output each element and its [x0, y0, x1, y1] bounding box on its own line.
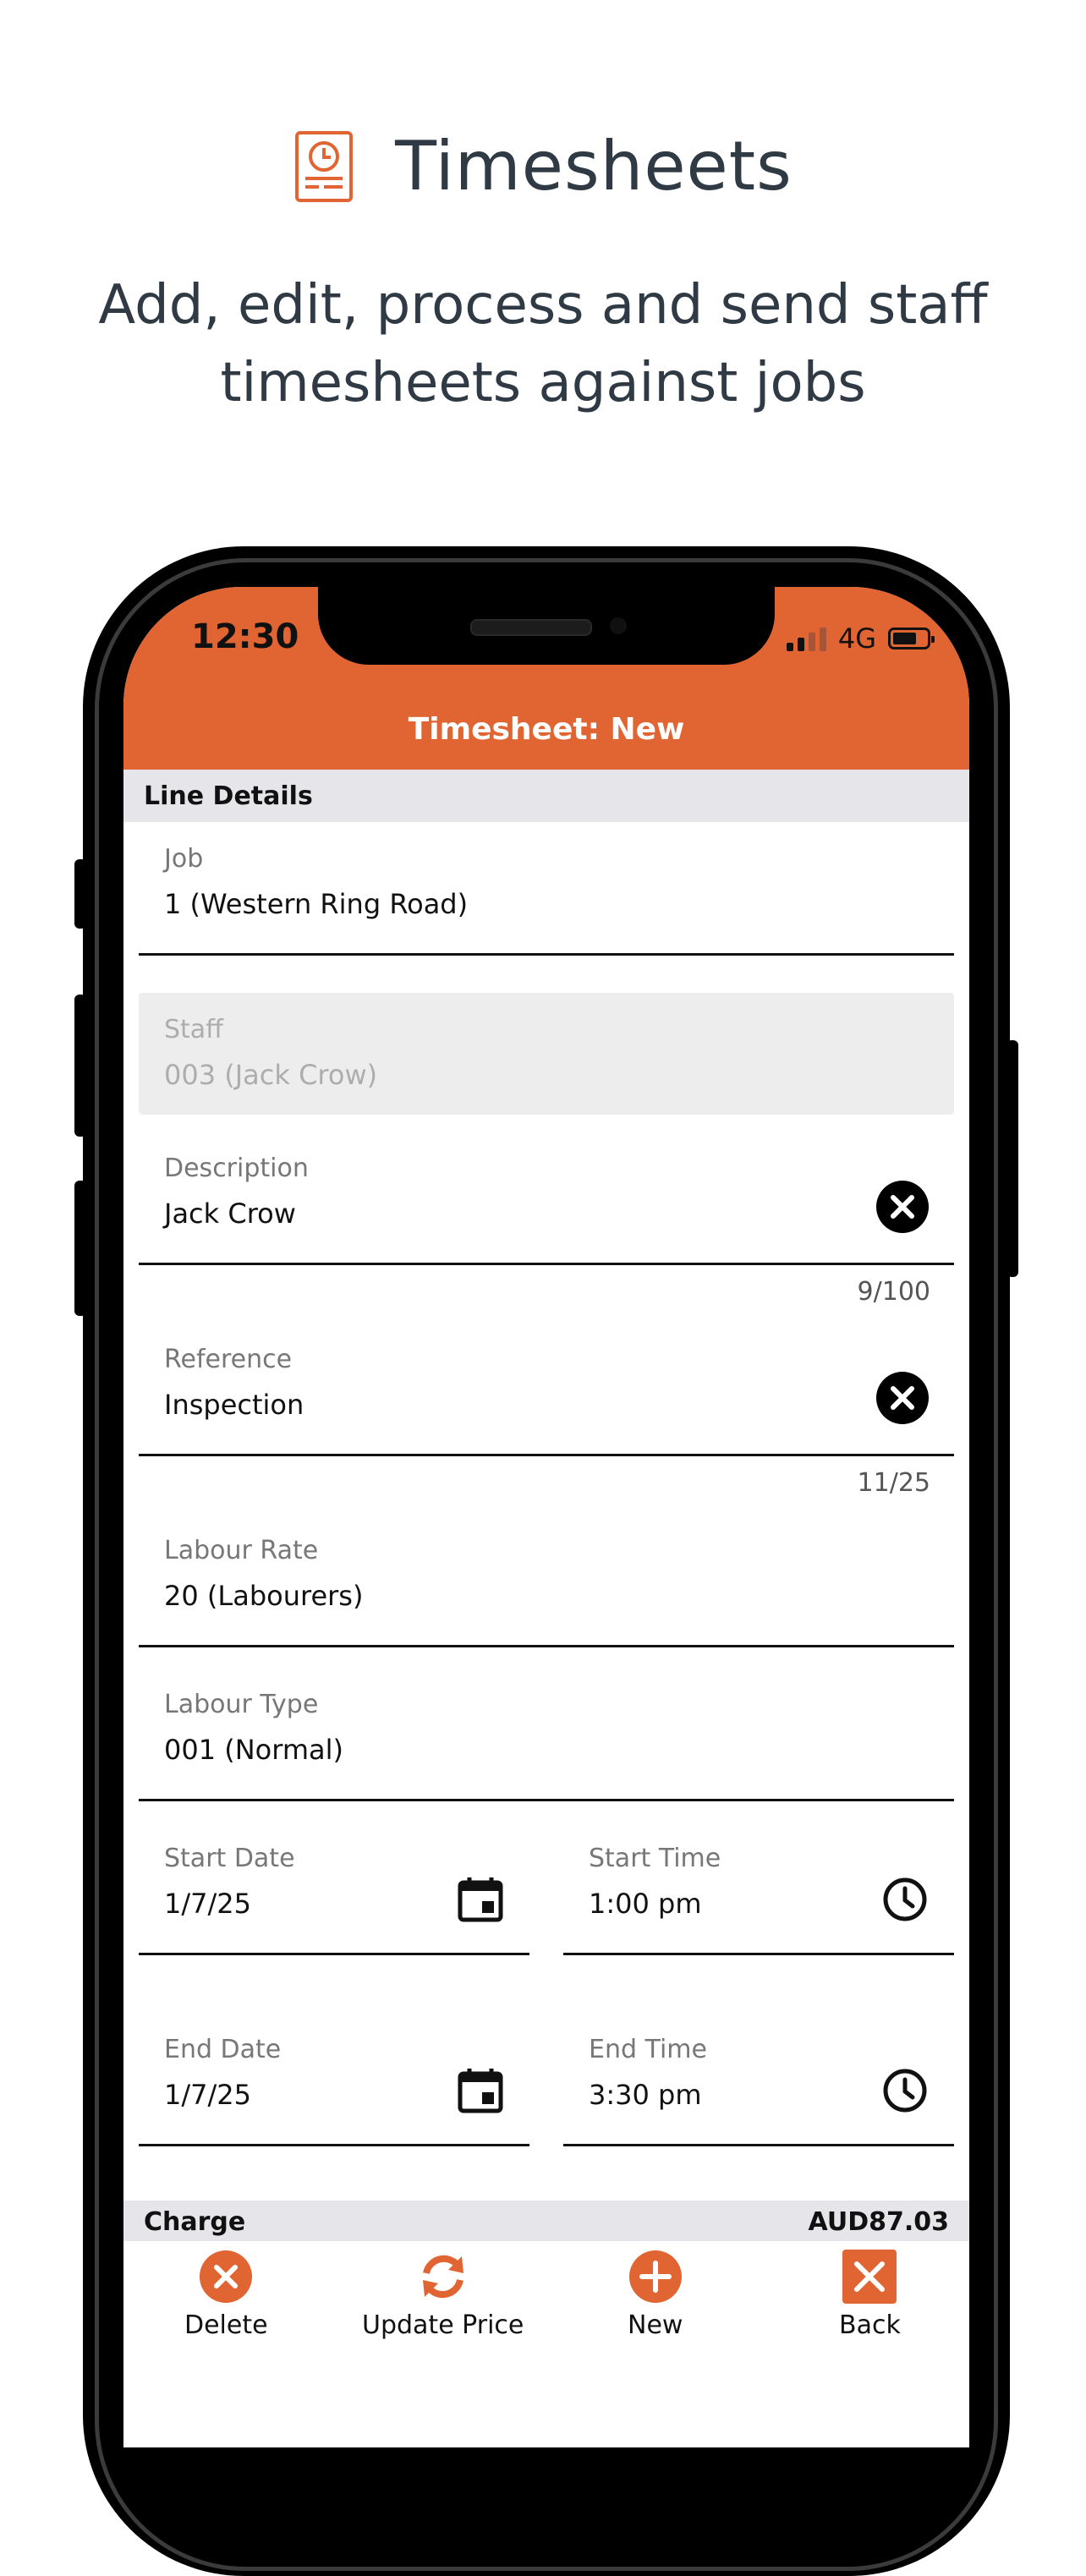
calendar-icon[interactable]: [457, 2067, 504, 2114]
description-label: Description: [164, 1154, 309, 1183]
reference-field[interactable]: Reference Inspection: [139, 1323, 954, 1456]
staff-value: 003 (Jack Crow): [164, 1059, 378, 1091]
add-icon: [628, 2250, 682, 2303]
delete-icon: [200, 2250, 253, 2303]
back-label: Back: [839, 2310, 901, 2340]
charge-bar: Charge AUD87.03: [123, 2201, 969, 2243]
phone-notch: [318, 587, 775, 665]
section-line-details-label: Line Details: [144, 781, 313, 811]
start-time-label: Start Time: [589, 1844, 721, 1873]
battery-icon: [888, 628, 935, 649]
update-price-button[interactable]: Update Price: [362, 2250, 524, 2340]
start-date-label: Start Date: [164, 1844, 295, 1873]
job-value: 1 (Western Ring Road): [164, 888, 469, 920]
delete-button[interactable]: Delete: [184, 2250, 268, 2340]
reference-counter: 11/25: [857, 1468, 930, 1498]
labour-rate-value: 20 (Labourers): [164, 1580, 364, 1612]
clock-icon[interactable]: [881, 2067, 929, 2114]
close-icon: [842, 2250, 897, 2304]
new-button[interactable]: New: [628, 2250, 683, 2340]
labour-rate-label: Labour Rate: [164, 1536, 319, 1565]
start-date-value: 1/7/25: [164, 1888, 251, 1920]
end-time-value: 3:30 pm: [589, 2079, 702, 2111]
promo-subtitle: Add, edit, process and send staff timesh…: [98, 274, 988, 414]
speaker-grille: [470, 619, 592, 636]
delete-label: Delete: [184, 2310, 268, 2340]
job-label: Job: [164, 844, 204, 874]
back-button[interactable]: Back: [839, 2250, 901, 2340]
promo-title: Timesheets: [395, 127, 793, 206]
reference-value: Inspection: [164, 1389, 304, 1421]
labour-rate-field[interactable]: Labour Rate 20 (Labourers): [139, 1514, 954, 1647]
end-date-field[interactable]: End Date 1/7/25: [139, 2013, 529, 2146]
reference-clear-icon[interactable]: [876, 1372, 929, 1424]
signal-icon: [786, 626, 826, 651]
charge-value: AUD87.03: [808, 2206, 949, 2237]
promo-title-row: Timesheets: [0, 127, 1086, 206]
clock-icon[interactable]: [881, 1876, 929, 1923]
start-date-field[interactable]: Start Date 1/7/25: [139, 1822, 529, 1955]
phone-screen: 12:30 4G Timesheet: New Line Details Job…: [123, 587, 969, 2447]
description-value: Jack Crow: [164, 1198, 296, 1230]
status-icons: 4G: [786, 622, 935, 655]
timesheet-clock-icon: [295, 130, 354, 202]
charge-label: Charge: [144, 2206, 246, 2237]
end-time-field[interactable]: End Time 3:30 pm: [563, 2013, 954, 2146]
labour-type-value: 001 (Normal): [164, 1734, 343, 1766]
staff-field: Staff 003 (Jack Crow): [139, 993, 954, 1115]
refresh-icon: [422, 2255, 463, 2299]
reference-label: Reference: [164, 1345, 293, 1374]
new-label: New: [628, 2310, 683, 2340]
description-counter: 9/100: [857, 1277, 930, 1307]
start-time-field[interactable]: Start Time 1:00 pm: [563, 1822, 954, 1955]
labour-type-field[interactable]: Labour Type 001 (Normal): [139, 1668, 954, 1801]
description-field[interactable]: Description Jack Crow: [139, 1132, 954, 1265]
start-time-value: 1:00 pm: [589, 1888, 702, 1920]
end-time-label: End Time: [589, 2035, 707, 2064]
bottom-action-bar: Delete Update Price New Back: [123, 2241, 969, 2447]
page-title: Timesheet: New: [408, 712, 685, 747]
job-field[interactable]: Job 1 (Western Ring Road): [139, 822, 954, 956]
description-clear-icon[interactable]: [876, 1181, 929, 1233]
status-time: 12:30: [191, 617, 299, 656]
network-type: 4G: [837, 622, 876, 655]
front-camera: [610, 617, 627, 634]
staff-label: Staff: [164, 1015, 223, 1044]
labour-type-label: Labour Type: [164, 1690, 319, 1719]
calendar-icon[interactable]: [457, 1876, 504, 1923]
update-price-label: Update Price: [362, 2310, 524, 2340]
section-line-details: Line Details: [123, 770, 969, 822]
end-date-value: 1/7/25: [164, 2079, 251, 2111]
end-date-label: End Date: [164, 2035, 282, 2064]
